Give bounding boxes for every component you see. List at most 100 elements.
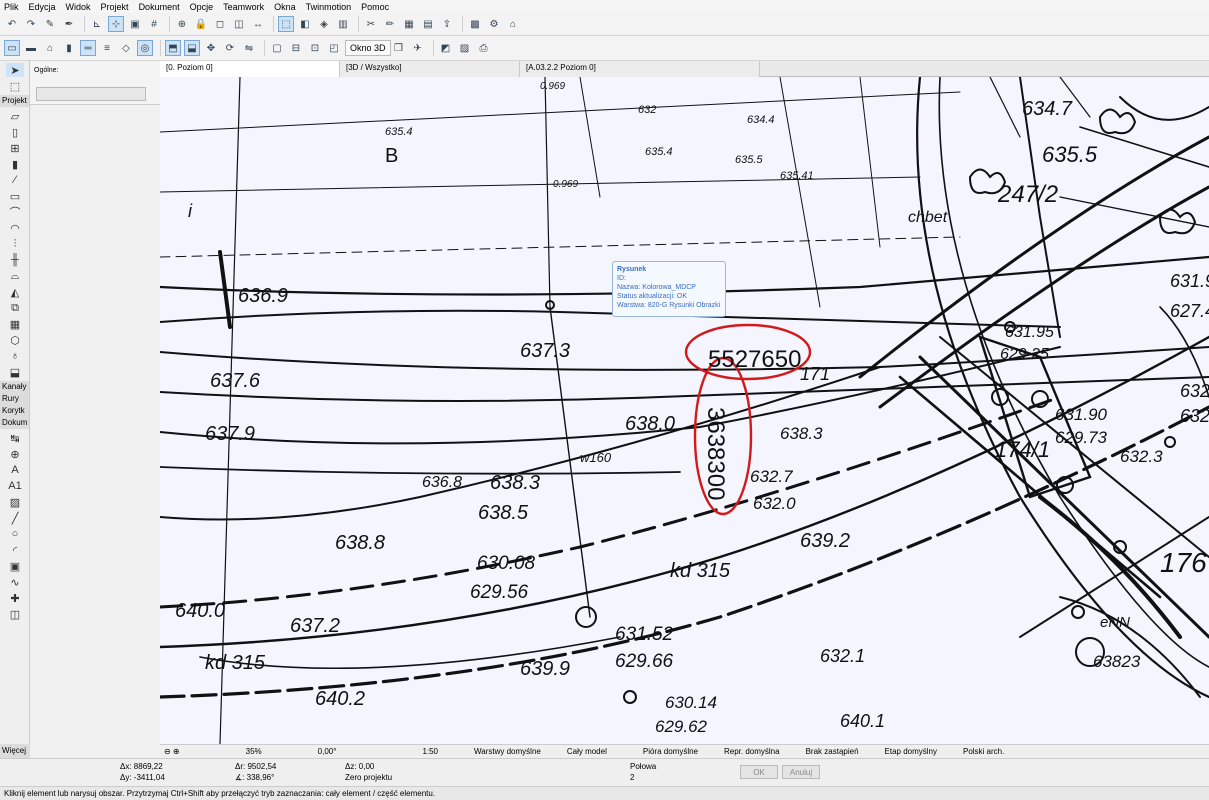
menu-okna[interactable]: Okna — [274, 2, 296, 12]
repr-combo[interactable]: Repr. domyślna — [724, 747, 780, 756]
3d-view-icon[interactable]: ◰ — [326, 40, 342, 56]
tab-layout[interactable]: [A.03.2.2 Poziom 0] — [520, 61, 760, 77]
cube-icon[interactable]: ❒ — [391, 40, 407, 56]
floor-plan-icon[interactable]: ▢ — [269, 40, 285, 56]
menu-plik[interactable]: Plik — [4, 2, 19, 12]
drawing-canvas[interactable]: 635.4 634.4 635.4 635.5 635.41 0.969 0.9… — [160, 77, 1209, 744]
text-tool-icon[interactable]: A — [6, 463, 24, 477]
angle-value[interactable]: 0,00° — [318, 747, 337, 756]
move-icon[interactable]: ✥ — [203, 40, 219, 56]
roof-icon[interactable]: ⌂ — [42, 40, 58, 56]
language-combo[interactable]: Polski arch. — [963, 747, 1004, 756]
arrow-tool-icon[interactable]: ➤ — [6, 63, 24, 77]
section-kanaly[interactable]: Kanały — [0, 381, 29, 393]
zero-reference[interactable]: Zero projektu — [345, 773, 392, 782]
section-projekt[interactable]: Projekt — [0, 95, 29, 107]
stair-icon[interactable]: ≡ — [99, 40, 115, 56]
menu-teamwork[interactable]: Teamwork — [223, 2, 264, 12]
model-combo[interactable]: Cały model — [567, 747, 607, 756]
distribute-icon[interactable]: ⬓ — [184, 40, 200, 56]
sheet-icon[interactable]: ▤ — [420, 16, 436, 32]
group-icon[interactable]: ◻ — [212, 16, 228, 32]
shell-icon[interactable]: ◠ — [6, 221, 24, 235]
menu-twinmotion[interactable]: Twinmotion — [306, 2, 352, 12]
home-icon[interactable]: ⌂ — [505, 16, 521, 32]
fill-icon[interactable]: ▨ — [6, 495, 24, 509]
pens-combo[interactable]: Pióra domyślne — [643, 747, 698, 756]
mirror-icon[interactable]: ⇋ — [241, 40, 257, 56]
view-icon[interactable]: ◧ — [297, 16, 313, 32]
skylight-icon[interactable]: ⬓ — [6, 365, 24, 379]
zoom-icon[interactable]: ⊖ ⊕ — [164, 747, 180, 756]
layer-combo-icon[interactable]: ◩ — [438, 40, 454, 56]
label-tool-icon[interactable]: A1 — [6, 479, 24, 493]
more-tools[interactable]: Więcej — [0, 744, 30, 758]
roof-tool-icon[interactable]: ⌒ — [6, 205, 24, 219]
line-icon[interactable]: ╱ — [6, 511, 24, 525]
tab-poziom0[interactable]: [0. Poziom 0] — [160, 61, 340, 77]
object-icon[interactable]: ⧉ — [6, 301, 24, 315]
layers-combo[interactable]: Warstwy domyślne — [474, 747, 541, 756]
zone-tool-icon[interactable]: ⬡ — [6, 333, 24, 347]
menu-opcje[interactable]: Opcje — [190, 2, 214, 12]
section-rury[interactable]: Rury — [0, 393, 29, 405]
dimension-icon[interactable]: ↹ — [6, 431, 24, 445]
okno3d-button[interactable]: Okno 3D — [345, 40, 391, 56]
slab-icon[interactable]: ▬ — [23, 40, 39, 56]
arc-icon[interactable]: ◜ — [6, 543, 24, 557]
marquee-icon[interactable]: ⬚ — [278, 16, 294, 32]
selection-method-control[interactable] — [36, 87, 146, 101]
level-dim-icon[interactable]: ⊕ — [6, 447, 24, 461]
menu-widok[interactable]: Widok — [66, 2, 91, 12]
zone-icon[interactable]: ◎ — [137, 40, 153, 56]
curtain-wall-icon[interactable]: ▦ — [6, 317, 24, 331]
tab-3d[interactable]: [3D / Wszystko] — [340, 61, 520, 77]
cancel-button[interactable]: Anuluj — [782, 765, 820, 779]
render-icon[interactable]: ◈ — [316, 16, 332, 32]
zoom-value[interactable]: 35% — [246, 747, 262, 756]
morph-icon[interactable]: ◭ — [6, 285, 24, 299]
lock-icon[interactable]: 🔒 — [193, 16, 209, 32]
window-icon[interactable]: ⊞ — [6, 141, 24, 155]
drawing-icon[interactable]: ◫ — [6, 607, 24, 621]
settings-icon[interactable]: ⚙ — [486, 16, 502, 32]
slab-tool-icon[interactable]: ▭ — [6, 189, 24, 203]
circle-icon[interactable]: ○ — [6, 527, 24, 541]
layer-icon[interactable]: ◫ — [231, 16, 247, 32]
cursor-snap-icon[interactable]: ⊕ — [174, 16, 190, 32]
marquee-tool-icon[interactable]: ⬚ — [6, 79, 24, 93]
table-icon[interactable]: ▦ — [401, 16, 417, 32]
section-icon[interactable]: ⊟ — [288, 40, 304, 56]
undo-icon[interactable]: ↶ — [4, 16, 20, 32]
grid-view-icon[interactable]: ▩ — [467, 16, 483, 32]
lamp-icon[interactable]: ♁ — [6, 349, 24, 363]
column-icon[interactable]: ▮ — [61, 40, 77, 56]
beam-tool-icon[interactable]: ⁄ — [6, 173, 24, 187]
wall-tool-icon[interactable]: ▭ — [4, 40, 20, 56]
snap-icon[interactable]: ⊹ — [108, 16, 124, 32]
chart-icon[interactable]: ▥ — [335, 16, 351, 32]
menu-edycja[interactable]: Edycja — [29, 2, 56, 12]
spline-icon[interactable]: ∿ — [6, 575, 24, 589]
elevation-icon[interactable]: ⊡ — [307, 40, 323, 56]
scissors-icon[interactable]: ✂ — [363, 16, 379, 32]
eyedropper-icon[interactable]: ✎ — [42, 16, 58, 32]
wall-icon[interactable]: ▱ — [6, 109, 24, 123]
menu-projekt[interactable]: Projekt — [101, 2, 129, 12]
grid-snap-icon[interactable]: # — [146, 16, 162, 32]
column-tool-icon[interactable]: ▮ — [6, 157, 24, 171]
inject-icon[interactable]: ✒ — [61, 16, 77, 32]
redo-icon[interactable]: ↷ — [23, 16, 39, 32]
pencil-icon[interactable]: ✏ — [382, 16, 398, 32]
railing-icon[interactable]: ╫ — [6, 253, 24, 267]
door-icon[interactable]: ▯ — [6, 125, 24, 139]
section-korytka[interactable]: Korytk — [0, 405, 29, 417]
walk-icon[interactable]: ✈ — [410, 40, 426, 56]
scale-value[interactable]: 1:50 — [422, 747, 438, 756]
figure-icon[interactable]: ▣ — [6, 559, 24, 573]
publish-icon[interactable]: ⇪ — [439, 16, 455, 32]
section-dokum[interactable]: Dokum — [0, 417, 29, 429]
trace-icon[interactable]: ⊾ — [89, 16, 105, 32]
ok-button[interactable]: OK — [740, 765, 778, 779]
hotspot-icon[interactable]: ✚ — [6, 591, 24, 605]
